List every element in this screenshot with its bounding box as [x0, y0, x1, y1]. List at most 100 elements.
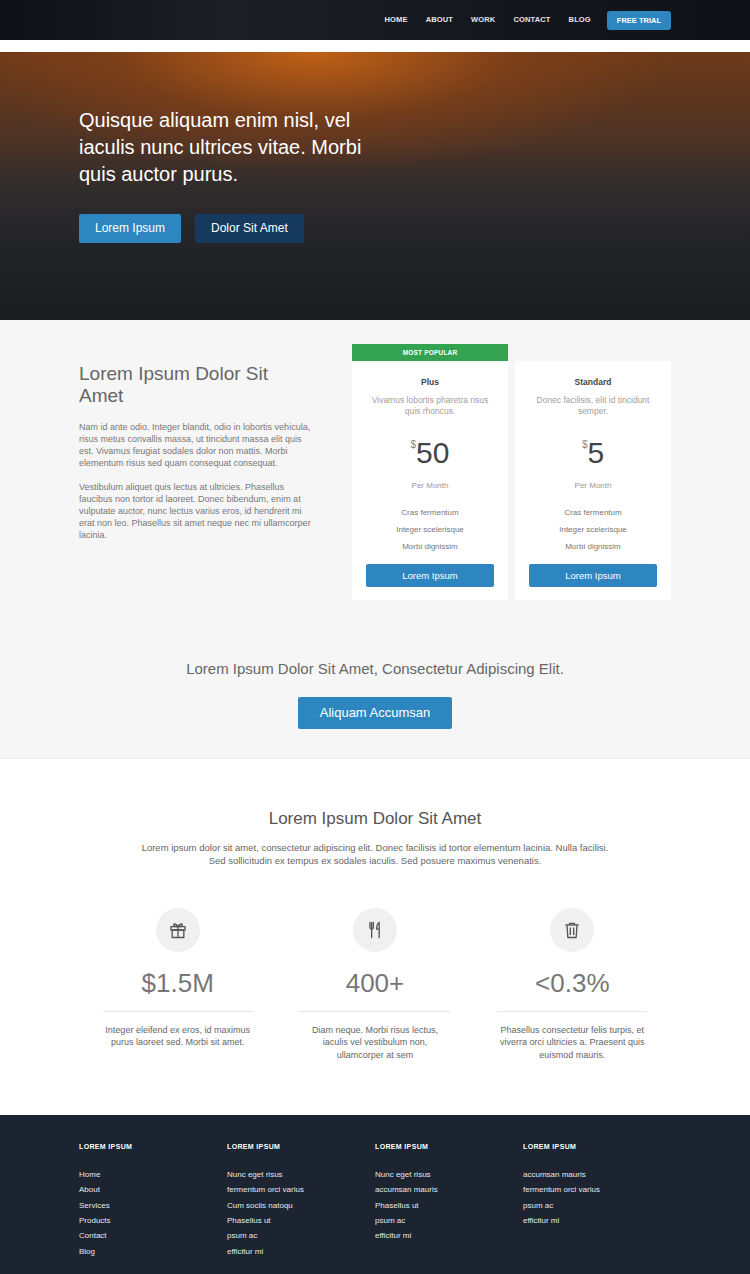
footer-link[interactable]: Contact	[79, 1231, 107, 1240]
nav-links: HOME ABOUT WORK CONTACT BLOG	[385, 14, 591, 25]
footer-item: accumsan mauris	[523, 1167, 671, 1182]
trash-icon	[550, 908, 594, 952]
footer-column: LOREM IPSUMHomeAboutServicesProductsCont…	[79, 1142, 227, 1259]
stat-divider	[497, 1011, 647, 1012]
stat-value: $1.5M	[79, 968, 276, 998]
footer-link[interactable]: psum ac	[523, 1201, 553, 1210]
footer-link[interactable]: Services	[79, 1201, 110, 1210]
footer-link[interactable]: Cum sociis natoqu	[227, 1201, 293, 1210]
footer-column: LOREM IPSUM accumsan mauris fermentum orci…	[523, 1142, 671, 1259]
footer-link[interactable]: Nunc eget risus	[375, 1170, 431, 1179]
footer-link[interactable]: About	[79, 1185, 100, 1194]
plan-card: PlusVivamus lobortis pharetra risus quis…	[352, 361, 508, 600]
nav-link[interactable]: BLOG	[569, 14, 591, 25]
plan-description: Donec facilisis, elit id tincidunt sempe…	[529, 395, 657, 417]
footer-item: efficitur mi	[375, 1228, 523, 1243]
hero-button[interactable]: Lorem Ipsum	[79, 214, 181, 243]
currency-symbol: $	[582, 439, 588, 450]
pricing-section: Lorem Ipsum Dolor Sit AmetNam id ante od…	[0, 320, 750, 759]
nav-link[interactable]: ABOUT	[426, 14, 453, 25]
cta-button[interactable]: Aliquam Accumsan	[298, 697, 453, 729]
feature-list: Cras fermentumInteger scelerisqueMorbi d…	[529, 504, 657, 555]
stat-divider	[103, 1011, 253, 1012]
stat-divider	[300, 1011, 450, 1012]
plan-feature: Cras fermentum	[366, 504, 494, 521]
pricing-plan: Standard Donec facilisis, elit id tincidu…	[515, 361, 671, 600]
footer-item: psum ac	[227, 1228, 375, 1243]
footer-item: psum ac	[523, 1198, 671, 1213]
footer-item: efficitur mi	[523, 1213, 671, 1228]
footer-item: Services	[79, 1198, 227, 1213]
footer-link[interactable]: fermentum orci varius	[523, 1185, 600, 1194]
spacer	[0, 40, 750, 52]
cta-band: Lorem Ipsum Dolor Sit Amet, Consectetur …	[79, 660, 671, 729]
intro-paragraph: Vestibulum aliquet quis lectus at ultric…	[79, 481, 311, 541]
footer-item: fermentum orci varius	[523, 1182, 671, 1197]
footer-links: accumsan mauris fermentum orci varius psum…	[523, 1167, 671, 1229]
footer-item: Home	[79, 1167, 227, 1182]
footer-item: Nunc eget risus	[227, 1167, 375, 1182]
footer-link[interactable]: efficitur mi	[375, 1231, 411, 1240]
footer-link[interactable]: fermentum orci varius	[227, 1185, 304, 1194]
footer-link[interactable]: efficitur mi	[227, 1247, 263, 1256]
footer-item: Blog	[79, 1244, 227, 1259]
stat-text: Diam neque. Morbi risus lectus, iaculis …	[300, 1024, 450, 1062]
footer-inner: LOREM IPSUM Home About Services Products Cont…	[79, 1142, 671, 1259]
footer-heading: LOREM IPSUM	[375, 1142, 523, 1153]
plan-name: Standard	[529, 376, 657, 389]
nav-link[interactable]: HOME	[385, 14, 408, 25]
pricing-plan: MOST POPULARPlusVivamus lobortis pharetr…	[352, 344, 508, 600]
footer-links: Nunc eget risus fermentum orci varius Cum …	[227, 1167, 375, 1259]
footer-heading: LOREM IPSUM	[523, 1142, 671, 1153]
plan-card: Standard Donec facilisis, elit id tincidu…	[515, 361, 671, 600]
stats-inner: Lorem Ipsum Dolor Sit AmetLorem ipsum do…	[79, 809, 671, 1062]
feature-list: Cras fermentumInteger scelerisqueMorbi d…	[366, 504, 494, 555]
footer-item: accumsan mauris	[375, 1182, 523, 1197]
footer-column: LOREM IPSUMNunc eget risusfermentum orci…	[227, 1142, 375, 1259]
footer-link[interactable]: Products	[79, 1216, 111, 1225]
footer-item: Products	[79, 1213, 227, 1228]
stats-intro: Lorem ipsum dolor sit amet, consectetur …	[135, 841, 615, 867]
hero-button[interactable]: Dolor Sit Amet	[195, 214, 304, 243]
footer-item: fermentum orci varius	[227, 1182, 375, 1197]
footer-link[interactable]: Phasellus ut	[375, 1201, 419, 1210]
plan-name: Plus	[366, 376, 494, 389]
stat-value: 400+	[276, 968, 473, 998]
cta-text: Lorem Ipsum Dolor Sit Amet, Consectetur …	[79, 660, 671, 678]
stats-row: $1.5MInteger eleifend ex eros, id maximu…	[79, 908, 671, 1062]
footer-link[interactable]: psum ac	[375, 1216, 405, 1225]
hero-inner: Quisque aliquam enim nisl, vel iaculis n…	[79, 52, 671, 243]
plan-button[interactable]: Lorem Ipsum	[366, 564, 494, 587]
pricing-row: Lorem Ipsum Dolor Sit AmetNam id ante od…	[79, 344, 671, 600]
footer-link[interactable]: Nunc eget risus	[227, 1170, 283, 1179]
pricing-inner: Lorem Ipsum Dolor Sit AmetNam id ante od…	[79, 344, 671, 729]
footer-row: LOREM IPSUM Home About Services Products Cont…	[79, 1142, 671, 1259]
price-period: Per Month	[529, 480, 657, 492]
plan-feature: Integer scelerisque	[529, 521, 657, 538]
nav-link[interactable]: CONTACT	[513, 14, 550, 25]
footer-links: Nunc eget risus accumsan mauris Phasellus …	[375, 1167, 523, 1244]
gift-icon	[156, 908, 200, 952]
footer-item: About	[79, 1182, 227, 1197]
footer-link[interactable]: Phasellus ut	[227, 1216, 271, 1225]
cutlery-icon	[353, 908, 397, 952]
hero-banner: Quisque aliquam enim nisl, vel iaculis n…	[0, 52, 750, 320]
stat-item: $1.5MInteger eleifend ex eros, id maximu…	[79, 908, 276, 1062]
plan-button[interactable]: Lorem Ipsum	[529, 564, 657, 587]
footer-column: LOREM IPSUM Nunc eget risus accumsan mauri…	[375, 1142, 523, 1259]
navbar-inner: HOME ABOUT WORK CONTACT BLOG FREE TRIAL	[79, 0, 671, 40]
footer-item: efficitur mi	[227, 1244, 375, 1259]
stat-item: 400+ Diam neque. Morbi risus lectus, iacu…	[276, 908, 473, 1062]
footer-link[interactable]: Blog	[79, 1247, 95, 1256]
nav-link[interactable]: WORK	[471, 14, 495, 25]
plan-price: $50	[366, 437, 494, 476]
footer-link[interactable]: accumsan mauris	[375, 1185, 438, 1194]
free-trial-button[interactable]: FREE TRIAL	[607, 11, 671, 30]
footer-item: psum ac	[375, 1213, 523, 1228]
stat-item: <0.3%Phasellus consectetur felis turpis,…	[474, 908, 671, 1062]
footer-link[interactable]: accumsan mauris	[523, 1170, 586, 1179]
footer-link[interactable]: efficitur mi	[523, 1216, 559, 1225]
footer-link[interactable]: psum ac	[227, 1231, 257, 1240]
footer-link[interactable]: Home	[79, 1170, 100, 1179]
intro-paragraph: Nam id ante odio. Integer blandit, odio …	[79, 421, 311, 469]
